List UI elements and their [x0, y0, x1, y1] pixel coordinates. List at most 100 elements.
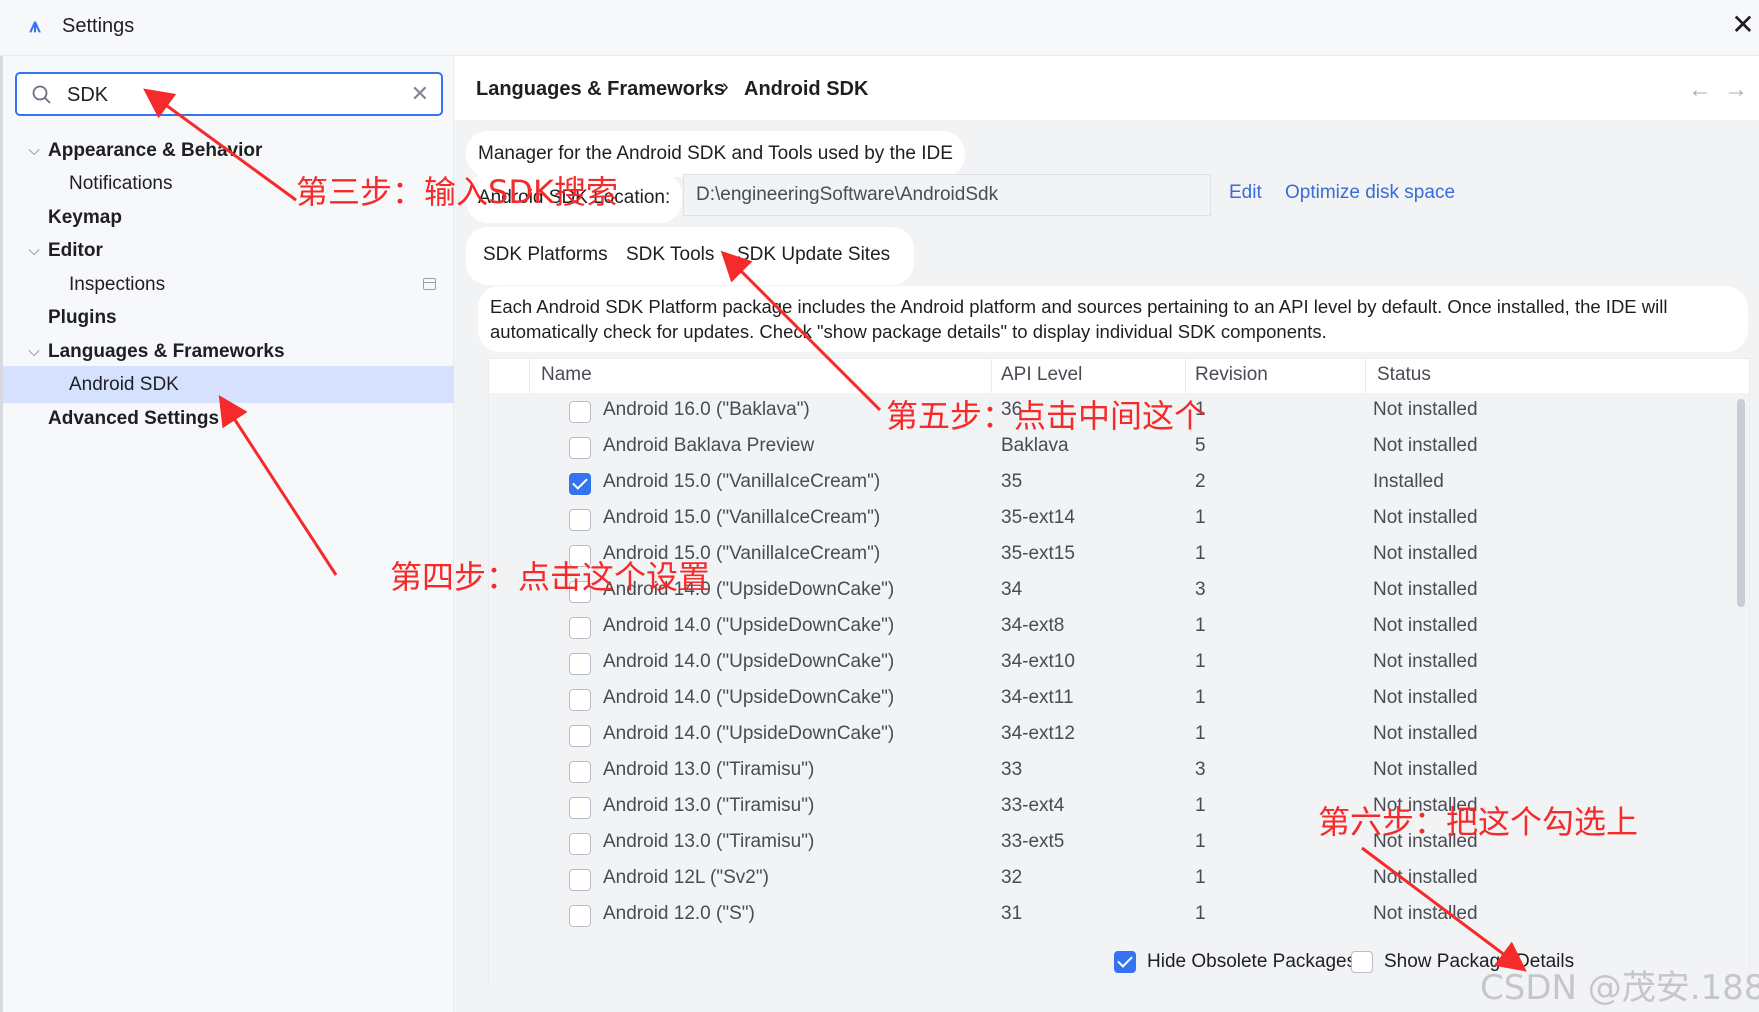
api-level-cell: 33-ext4	[1001, 795, 1065, 816]
platform-name-cell: Android 15.0 ("VanillaIceCream")	[603, 507, 881, 528]
status-cell: Not installed	[1373, 543, 1478, 564]
platform-checkbox[interactable]	[569, 473, 591, 495]
platform-checkbox[interactable]	[569, 617, 591, 639]
status-cell: Not installed	[1373, 435, 1478, 456]
platform-checkbox[interactable]	[569, 653, 591, 675]
breadcrumb-languages-frameworks[interactable]: Languages & Frameworks	[476, 78, 725, 101]
table-row[interactable]: Android 13.0 ("Tiramisu") 33 3 Not installe…	[489, 755, 1749, 791]
status-cell: Not installed	[1373, 903, 1478, 924]
api-level-cell: 35-ext15	[1001, 543, 1075, 564]
sidebar-item-advanced-settings[interactable]: Advanced Settings	[3, 400, 454, 437]
api-level-cell: 35-ext14	[1001, 507, 1075, 528]
column-header-status[interactable]: Status	[1377, 364, 1431, 386]
table-row[interactable]: Android 12.0 ("S") 31 1 Not installed	[489, 899, 1749, 935]
revision-cell: 5	[1195, 435, 1206, 456]
revision-cell: 2	[1195, 471, 1206, 492]
api-level-cell: 34-ext12	[1001, 723, 1075, 744]
revision-cell: 1	[1195, 831, 1206, 852]
table-row[interactable]: Android 14.0 ("UpsideDownCake") 34-ext11 1…	[489, 683, 1749, 719]
back-arrow-icon[interactable]: ←	[1688, 76, 1712, 104]
revision-cell: 1	[1195, 795, 1206, 816]
column-header-revision[interactable]: Revision	[1195, 364, 1268, 386]
api-level-cell: 35	[1001, 471, 1023, 492]
table-row[interactable]: Android 14.0 ("UpsideDownCake") 34-ext8 1 N…	[489, 611, 1749, 647]
hide-obsolete-packages-checkbox[interactable]	[1114, 951, 1136, 973]
platform-checkbox[interactable]	[569, 509, 591, 531]
table-row[interactable]: Android 15.0 ("VanillaIceCream") 35-ext14…	[489, 503, 1749, 539]
platform-checkbox[interactable]	[569, 761, 591, 783]
api-level-cell: 34	[1001, 579, 1023, 600]
api-level-cell: 34-ext11	[1001, 687, 1074, 708]
platform-name-cell: Android 14.0 ("UpsideDownCake")	[603, 651, 895, 672]
revision-cell: 3	[1195, 759, 1206, 780]
sidebar-item-plugins[interactable]: Plugins	[3, 299, 454, 336]
chevron-down-icon[interactable]: ⌵	[25, 232, 43, 269]
search-input[interactable]	[67, 81, 407, 109]
column-divider	[1185, 359, 1186, 393]
sidebar-item-languages-frameworks[interactable]: ⌵ Languages & Frameworks	[3, 333, 454, 370]
revision-cell: 1	[1195, 723, 1206, 744]
title-bar: ⩚ Settings ✕	[0, 0, 1759, 56]
sidebar-item-appearance-behavior[interactable]: ⌵ Appearance & Behavior	[3, 132, 454, 169]
sidebar-item-android-sdk[interactable]: Android SDK	[3, 366, 454, 403]
step6-annotation: 第六步：把这个勾选上	[1318, 803, 1639, 841]
settings-search-box[interactable]: ✕	[15, 72, 443, 116]
step3-annotation: 第三步：输入SDK搜索	[296, 173, 618, 211]
table-scrollbar[interactable]	[1737, 399, 1745, 607]
status-cell: Not installed	[1373, 615, 1478, 636]
breadcrumb-separator: ›	[722, 76, 729, 98]
status-cell: Installed	[1373, 471, 1444, 492]
edit-link[interactable]: Edit	[1229, 182, 1262, 204]
column-divider	[529, 359, 530, 393]
chevron-down-icon[interactable]: ⌵	[25, 333, 43, 370]
sdk-location-field[interactable]: D:\engineeringSoftware\AndroidSdk	[683, 174, 1211, 216]
sidebar-item-label: Languages & Frameworks	[48, 341, 285, 362]
optimize-disk-space-link[interactable]: Optimize disk space	[1285, 182, 1455, 204]
clear-search-icon[interactable]: ✕	[411, 81, 429, 107]
revision-cell: 1	[1195, 651, 1206, 672]
sidebar-item-label: Plugins	[48, 307, 117, 328]
table-row[interactable]: Android 14.0 ("UpsideDownCake") 34-ext12 1…	[489, 719, 1749, 755]
status-cell: Not installed	[1373, 759, 1478, 780]
sidebar-item-label: Android SDK	[69, 374, 179, 395]
platform-name-cell: Android 14.0 ("UpsideDownCake")	[603, 723, 895, 744]
close-window-button[interactable]: ✕	[1728, 10, 1758, 40]
platform-checkbox[interactable]	[569, 869, 591, 891]
forward-arrow-icon[interactable]: →	[1724, 76, 1748, 104]
tab-sdk-tools[interactable]: SDK Tools	[626, 244, 714, 266]
table-row[interactable]: Android 15.0 ("VanillaIceCream") 35 2 Insta…	[489, 467, 1749, 503]
tab-sdk-platforms[interactable]: SDK Platforms	[483, 244, 608, 266]
platform-checkbox[interactable]	[569, 689, 591, 711]
column-header-api-level[interactable]: API Level	[1001, 364, 1082, 386]
tab-sdk-update-sites[interactable]: SDK Update Sites	[737, 244, 890, 266]
column-header-name[interactable]: Name	[541, 364, 592, 386]
revision-cell: 1	[1195, 867, 1206, 888]
status-cell: Not installed	[1373, 867, 1478, 888]
platform-checkbox[interactable]	[569, 725, 591, 747]
step5-annotation: 第五步：点击中间这个	[886, 397, 1207, 435]
api-level-cell: 33	[1001, 759, 1023, 780]
api-level-cell: 31	[1001, 903, 1023, 924]
platform-checkbox[interactable]	[569, 797, 591, 819]
api-level-cell: 34-ext8	[1001, 615, 1065, 636]
table-row[interactable]: Android 12L ("Sv2") 32 1 Not installed	[489, 863, 1749, 899]
platform-checkbox[interactable]	[569, 905, 591, 927]
revision-cell: 3	[1195, 579, 1206, 600]
sidebar-item-inspections[interactable]: Inspections	[3, 266, 454, 303]
platform-checkbox[interactable]	[569, 437, 591, 459]
step4-annotation: 第四步：点击这个设置	[390, 558, 711, 596]
table-row[interactable]: Android 14.0 ("UpsideDownCake") 34-ext10 1…	[489, 647, 1749, 683]
api-level-cell: 33-ext5	[1001, 831, 1065, 852]
breadcrumb-android-sdk: Android SDK	[744, 78, 869, 100]
status-cell: Not installed	[1373, 579, 1478, 600]
table-header: Name API Level Revision Status	[489, 359, 1749, 393]
show-package-details-checkbox[interactable]	[1351, 951, 1373, 973]
sidebar-item-label: Advanced Settings	[48, 408, 220, 429]
platform-name-cell: Android 14.0 ("UpsideDownCake")	[603, 687, 895, 708]
platform-checkbox[interactable]	[569, 401, 591, 423]
revision-cell: 1	[1195, 543, 1206, 564]
search-icon[interactable]	[31, 84, 53, 106]
platform-checkbox[interactable]	[569, 833, 591, 855]
chevron-down-icon[interactable]: ⌵	[25, 132, 43, 169]
sidebar-item-editor[interactable]: ⌵ Editor	[3, 232, 454, 269]
